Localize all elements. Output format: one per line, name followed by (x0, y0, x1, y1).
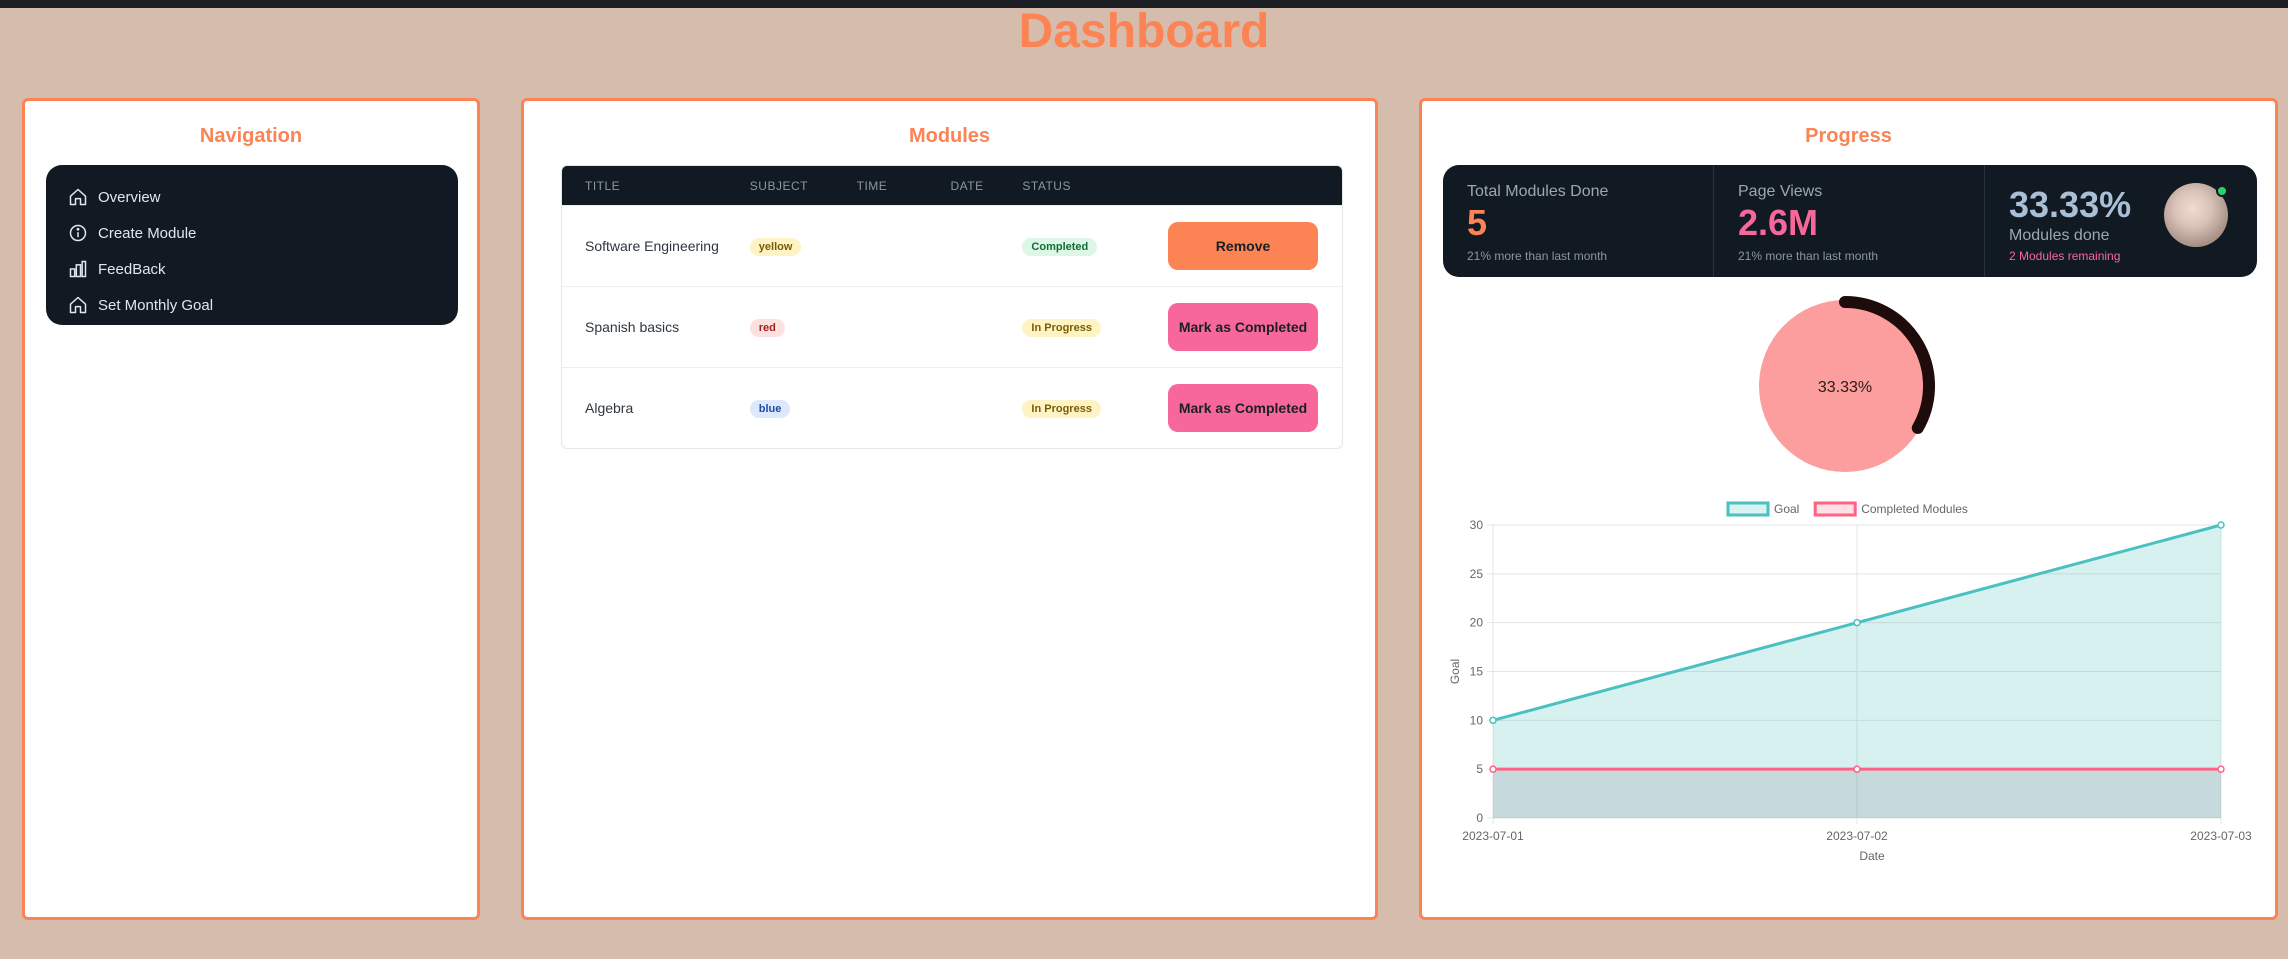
subject-badge: yellow (749, 237, 802, 256)
goal-line-chart: Goal Completed Modules 0 5 10 15 20 25 30 2023-… (1448, 501, 2252, 863)
navigation-title: Navigation (199, 125, 303, 147)
table-row: Algebra blue In Progress Mark as Complet… (562, 367, 1342, 448)
legend-swatch (1726, 501, 1770, 517)
data-point (1489, 716, 1497, 725)
x-tick-label: 2023-07-01 (1462, 829, 1524, 843)
avatar[interactable] (2164, 183, 2228, 247)
stats-bar: Total Modules Done 5 21% more than last … (1443, 165, 2257, 277)
column-header-title: TITLE (585, 178, 621, 193)
nav-item-label: Overview (98, 188, 161, 206)
x-axis-ticks: 2023-07-01 2023-07-02 2023-07-03 (1462, 829, 2252, 843)
stat-desc: 21% more than last month (1467, 249, 1608, 263)
column-header-date: DATE (950, 178, 984, 193)
stat-total-modules: Total Modules Done 5 21% more than last … (1443, 165, 1714, 277)
stat-label: Total Modules Done (1467, 183, 1609, 200)
subject-badge: red (749, 318, 785, 337)
data-point (1853, 765, 1861, 773)
data-point (2217, 765, 2225, 773)
y-tick-label: 30 (1470, 518, 1484, 532)
table-row: Spanish basics red In Progress Mark as C… (562, 286, 1342, 367)
stat-modules-done: 33.33% Modules done 2 Modules remaining (1985, 165, 2256, 277)
y-tick-label: 0 (1476, 811, 1483, 825)
donut-label: 33.33% (1818, 379, 1872, 396)
data-point (1853, 618, 1861, 627)
chart-legend: Goal Completed Modules (1726, 501, 1968, 517)
column-header-time: TIME (856, 178, 888, 193)
nav-item-label: Set Monthly Goal (98, 296, 214, 314)
y-axis-ticks: 0 5 10 15 20 25 30 (1470, 518, 1484, 825)
modules-panel: Modules TITLE SUBJECT TIME DATE STATUS S… (521, 98, 1378, 920)
home-icon (69, 188, 87, 206)
series-area-1 (1493, 769, 2221, 818)
nav-item-label: Create Module (98, 224, 197, 242)
module-title: Spanish basics (585, 319, 680, 335)
home-icon (69, 296, 87, 314)
info-icon (69, 224, 87, 242)
legend-label: Goal (1774, 502, 1799, 516)
mark-as-completed-button[interactable]: Mark as Completed (1168, 384, 1319, 432)
progress-donut: 33.33% (1759, 296, 1935, 472)
modules-title: Modules (908, 125, 991, 147)
module-title: Algebra (585, 400, 634, 416)
x-axis-label: Date (1859, 849, 1885, 863)
subject-badge: blue (749, 399, 791, 418)
y-tick-label: 10 (1470, 713, 1484, 727)
x-tick-label: 2023-07-03 (2190, 829, 2252, 843)
stat-value: 5 (1467, 202, 1488, 243)
y-tick-label: 20 (1470, 616, 1484, 630)
nav-item-feedback[interactable]: FeedBack (68, 251, 458, 287)
column-header-subject: SUBJECT (749, 178, 808, 193)
navigation-panel: Navigation Overview Create Module FeedBa… (22, 98, 480, 920)
data-point (1489, 765, 1497, 773)
status-badge: In Progress (1022, 399, 1101, 418)
bar-chart-icon (69, 260, 87, 278)
nav-item-label: FeedBack (98, 260, 166, 278)
nav-item-set-monthly-goal[interactable]: Set Monthly Goal (68, 287, 458, 323)
x-tick-label: 2023-07-02 (1826, 829, 1888, 843)
table-header: TITLE SUBJECT TIME DATE STATUS (562, 166, 1342, 205)
y-tick-label: 5 (1476, 762, 1483, 776)
nav-item-overview[interactable]: Overview (68, 179, 458, 215)
status-badge: Completed (1022, 237, 1098, 256)
remove-button[interactable]: Remove (1168, 222, 1319, 270)
module-title: Software Engineering (585, 238, 719, 254)
online-status-dot (2216, 185, 2228, 197)
nav-item-create-module[interactable]: Create Module (68, 215, 458, 251)
table-row: Software Engineering yellow Completed Re… (562, 205, 1342, 286)
data-point (2217, 521, 2225, 529)
y-tick-label: 15 (1470, 665, 1484, 679)
mark-as-completed-button[interactable]: Mark as Completed (1168, 303, 1319, 351)
legend-label: Completed Modules (1861, 502, 1968, 516)
stat-value: 2.6M (1738, 202, 1819, 243)
y-axis-label: Goal (1448, 659, 1462, 684)
stat-desc: 21% more than last month (1738, 249, 1879, 263)
progress-panel: Progress Total Modules Done 5 21% more t… (1419, 98, 2278, 920)
column-header-status: STATUS (1022, 178, 1071, 193)
status-badge: In Progress (1022, 318, 1101, 337)
page-title: Dashboard (1018, 5, 1270, 58)
stat-page-views: Page Views 2.6M 21% more than last month (1714, 165, 1985, 277)
progress-title: Progress (1805, 125, 1892, 147)
stat-desc: 2 Modules remaining (2009, 249, 2121, 263)
navigation-menu: Overview Create Module FeedBack Set Mont… (46, 165, 458, 325)
modules-table: TITLE SUBJECT TIME DATE STATUS Software … (561, 165, 1343, 449)
stat-label: Page Views (1738, 183, 1823, 200)
legend-swatch (1813, 501, 1857, 517)
y-tick-label: 25 (1470, 567, 1484, 581)
